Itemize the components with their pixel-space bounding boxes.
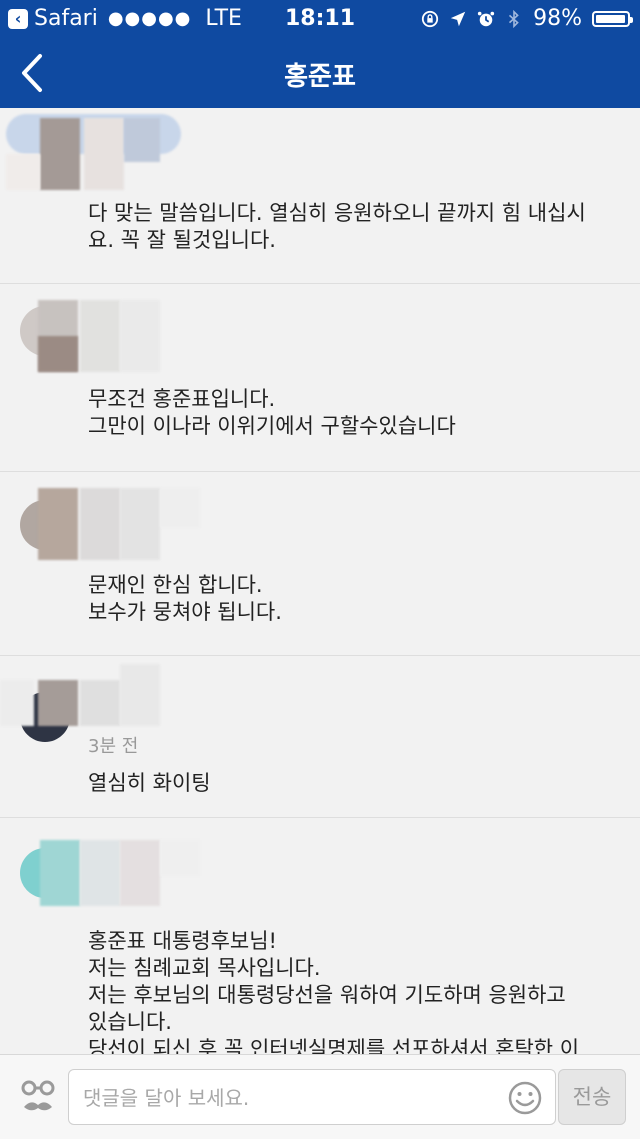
blurred-user-info bbox=[18, 830, 218, 910]
comment-item: 홍준표 대통령후보님! 저는 침례교회 목사입니다. 저는 후보님의 대통령당선… bbox=[0, 818, 640, 1054]
comment-text: 무조건 홍준표입니다. 그만이 이나라 이위기에서 구할수있습니다 bbox=[88, 387, 456, 438]
orientation-lock-icon bbox=[421, 10, 439, 27]
battery-icon bbox=[592, 10, 633, 27]
comment-list[interactable]: 다 맞는 말씀입니다. 열심히 응원하오니 끝까지 힘 내십시 요. 꼭 잘 될… bbox=[0, 108, 640, 1054]
comment-text: 열심히 화이팅 bbox=[88, 771, 211, 795]
comment-time: 3분 전 bbox=[88, 736, 139, 757]
blurred-user-info bbox=[18, 296, 178, 376]
comment-item: 무조건 홍준표입니다. 그만이 이나라 이위기에서 구할수있습니다 bbox=[0, 284, 640, 472]
send-button[interactable]: 전송 bbox=[558, 1069, 626, 1125]
alarm-clock-icon bbox=[477, 11, 495, 26]
blurred-user-info bbox=[18, 484, 218, 564]
status-bar: ‹ Safari ●●●●● LTE 18:11 98% bbox=[0, 0, 640, 38]
bluetooth-icon bbox=[509, 9, 519, 28]
page-title: 홍준표 bbox=[284, 62, 356, 92]
emoji-icon[interactable] bbox=[507, 1080, 543, 1116]
location-arrow-icon bbox=[450, 11, 466, 26]
comment-text: 문재인 한심 합니다. 보수가 뭉쳐야 됩니다. bbox=[88, 573, 282, 624]
comment-text: 홍준표 대통령후보님! 저는 침례교회 목사입니다. 저는 후보님의 대통령당선… bbox=[88, 929, 580, 1054]
comment-input[interactable] bbox=[81, 1070, 505, 1126]
comment-item: 3분 전 열심히 화이팅 bbox=[0, 656, 640, 818]
comment-item: 문재인 한심 합니다. 보수가 뭉쳐야 됩니다. bbox=[0, 472, 640, 656]
anonymous-profile-icon[interactable] bbox=[20, 1077, 56, 1121]
comment-text: 다 맞는 말씀입니다. 열심히 응원하오니 끝까지 힘 내십시 요. 꼭 잘 될… bbox=[88, 201, 586, 252]
comment-input-bar: 전송 bbox=[0, 1054, 640, 1139]
comment-input-container bbox=[68, 1069, 556, 1126]
blurred-user-info bbox=[0, 664, 200, 734]
blurred-user-info bbox=[6, 114, 181, 194]
comment-item: 다 맞는 말씀입니다. 열심히 응원하오니 끝까지 힘 내십시 요. 꼭 잘 될… bbox=[0, 108, 640, 284]
battery-percent: 98% bbox=[533, 6, 582, 31]
navigation-bar: 홍준표 bbox=[0, 38, 640, 108]
